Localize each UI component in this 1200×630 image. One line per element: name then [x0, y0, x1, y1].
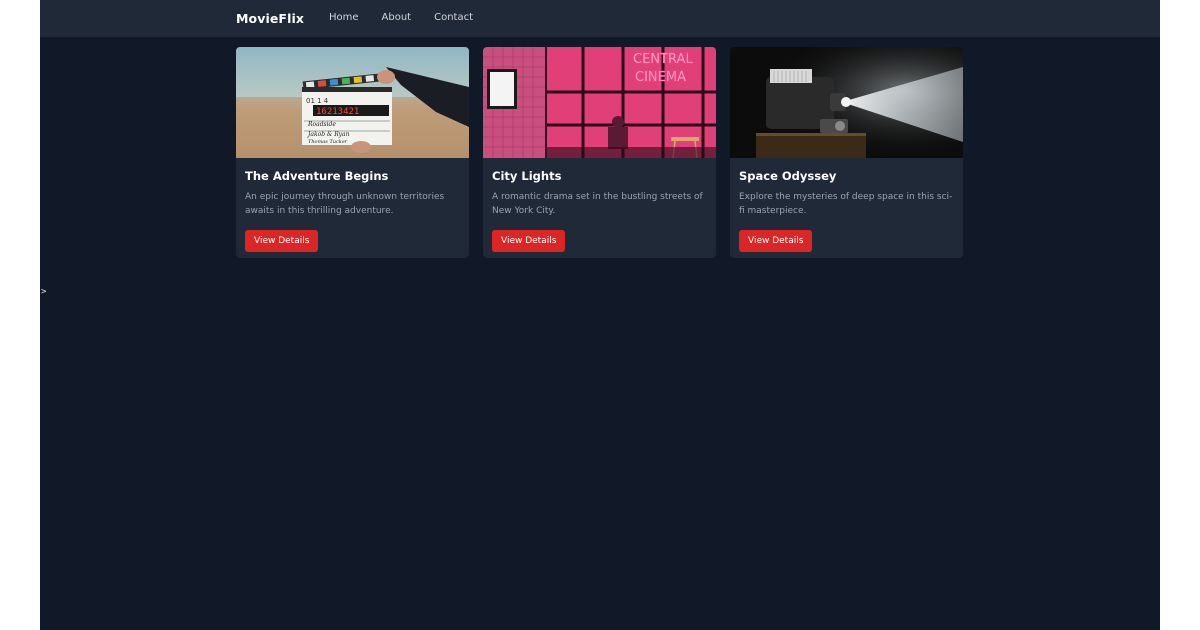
neon-sign-line-1: CENTRAL — [633, 52, 693, 67]
movie-description: A romantic drama set in the bustling str… — [492, 192, 703, 216]
movie-poster-image: CENTRAL CINEMA — [483, 47, 716, 158]
brand-logo[interactable]: MovieFlix — [236, 11, 304, 26]
movie-title: The Adventure Begins — [245, 169, 389, 183]
app-root: MovieFlix Home About Contact > 16213421 … — [40, 0, 1160, 630]
neon-sign-line-2: CINEMA — [635, 70, 686, 85]
clapper-line-3: Thomas Tucker — [308, 139, 348, 145]
stray-text: > — [41, 287, 47, 297]
nav-link-contact[interactable]: Contact — [434, 12, 473, 23]
movie-description: An epic journey through unknown territor… — [245, 192, 445, 216]
movie-description: Explore the mysteries of deep space in t… — [739, 192, 953, 216]
clapper-line-2: Jakob & Ryan — [306, 131, 350, 138]
view-details-button[interactable]: View Details — [492, 230, 566, 252]
movie-card-grid: 16213421 01 1 4 Roadside Jakob & Ryan Th… — [236, 47, 963, 258]
navbar: MovieFlix Home About Contact — [40, 0, 1160, 37]
movie-title: City Lights — [492, 169, 562, 183]
view-details-button[interactable]: View Details — [245, 230, 319, 252]
movie-card: CENTRAL CINEMA City Lights A romantic dr… — [483, 47, 716, 258]
film-projector-image — [730, 47, 963, 158]
nav-link-about[interactable]: About — [382, 12, 412, 23]
neon-cinema-image: CENTRAL CINEMA — [483, 47, 716, 158]
movie-card: Space Odyssey Explore the mysteries of d… — [730, 47, 963, 258]
clapper-digits: 16213421 — [316, 107, 359, 117]
svg-text:01 1 4: 01 1 4 — [306, 97, 329, 105]
movie-card: 16213421 01 1 4 Roadside Jakob & Ryan Th… — [236, 47, 469, 258]
view-details-button[interactable]: View Details — [739, 230, 813, 252]
movie-poster-image — [730, 47, 963, 158]
clapperboard-desert-image: 16213421 01 1 4 Roadside Jakob & Ryan Th… — [236, 47, 469, 158]
movie-title: Space Odyssey — [739, 169, 837, 183]
movie-poster-image: 16213421 01 1 4 Roadside Jakob & Ryan Th… — [236, 47, 469, 158]
clapper-line-1: Roadside — [307, 121, 336, 128]
nav-link-home[interactable]: Home — [329, 12, 359, 23]
nav-links: Home About Contact — [329, 12, 496, 23]
